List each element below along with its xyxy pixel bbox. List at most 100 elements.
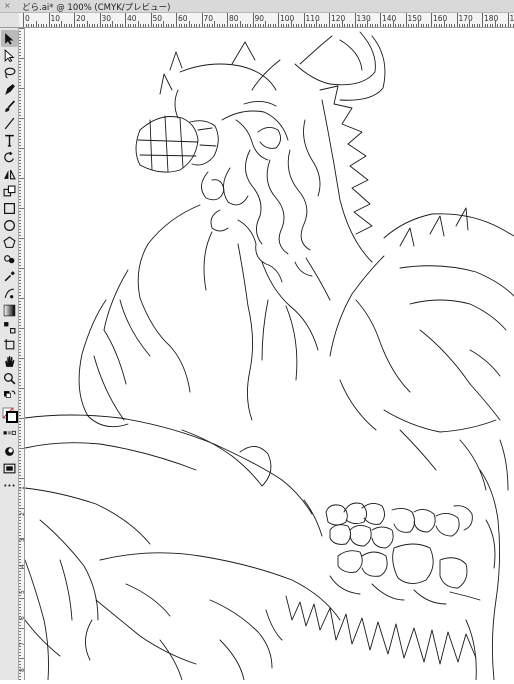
ruler-tick	[490, 24, 491, 27]
ruler-tick	[19, 652, 21, 653]
ruler-tick	[367, 21, 368, 27]
lasso-tool-icon[interactable]	[1, 64, 18, 81]
ruler-tick	[357, 24, 358, 27]
ruler-tick	[19, 544, 21, 545]
ruler-tick	[500, 24, 501, 27]
ruler-tick	[19, 139, 21, 140]
ruler-origin[interactable]	[0, 13, 19, 28]
artboard-canvas[interactable]	[25, 28, 514, 680]
ruler-tick	[219, 24, 220, 27]
direct-selection-tool-icon[interactable]	[1, 47, 18, 64]
ruler-tick	[19, 37, 21, 38]
more-tools-icon[interactable]: •••	[1, 477, 18, 494]
ruler-label: 10	[51, 14, 61, 23]
ruler-tick	[19, 100, 21, 101]
ruler-label: 170	[459, 14, 473, 23]
puppet-warp-tool-icon[interactable]	[1, 285, 18, 302]
ruler-tick	[19, 52, 21, 53]
ruler-tick	[140, 24, 141, 27]
ruler-tick	[19, 370, 21, 371]
ruler-tick	[112, 21, 113, 27]
ruler-tick	[19, 43, 21, 44]
ruler-tick	[237, 24, 238, 27]
ruler-tick	[19, 472, 21, 473]
ruler-tick	[485, 24, 486, 27]
ruler-tick	[19, 553, 21, 554]
ruler-tick	[133, 24, 134, 27]
ruler-tick	[19, 562, 21, 563]
ruler-tick	[19, 115, 21, 116]
ruler-tick	[227, 13, 228, 27]
ruler-tick	[207, 24, 208, 27]
ruler-tick	[19, 529, 21, 530]
draw-mode-icon[interactable]	[1, 443, 18, 460]
color-mode-icon[interactable]	[1, 426, 18, 443]
close-tab-icon[interactable]: ×	[4, 1, 11, 10]
ruler-tick	[230, 24, 231, 27]
ruler-tick	[344, 24, 345, 27]
rotate-tool-icon[interactable]	[1, 149, 18, 166]
ruler-tick	[19, 289, 21, 290]
ruler-tick	[163, 21, 164, 27]
eyedropper-tool-icon[interactable]	[1, 268, 18, 285]
pen-tool-icon[interactable]	[1, 81, 18, 98]
ruler-tick	[19, 376, 21, 377]
ruler-tick	[472, 24, 473, 27]
ruler-tick	[380, 13, 381, 27]
ruler-tick	[240, 21, 241, 27]
ruler-label: 120	[331, 14, 345, 23]
ruler-tick	[19, 556, 21, 557]
ruler-tick	[235, 24, 236, 27]
ruler-tick	[214, 21, 215, 27]
default-colors-icon[interactable]	[1, 388, 18, 405]
ruler-tick	[398, 24, 399, 27]
selection-tool-icon[interactable]	[1, 30, 18, 47]
ruler-tick	[250, 24, 251, 27]
ellipse-tool-icon[interactable]	[1, 217, 18, 234]
ruler-tick	[19, 454, 21, 455]
ruler-tick	[100, 13, 101, 27]
ruler-tick	[19, 163, 21, 164]
ruler-tick	[19, 586, 21, 587]
ruler-tick	[107, 24, 108, 27]
ruler-tick	[441, 24, 442, 27]
ruler-tick	[370, 24, 371, 27]
reflect-tool-icon[interactable]	[1, 166, 18, 183]
ruler-tick	[449, 24, 450, 27]
line-tool-icon[interactable]	[1, 115, 18, 132]
gradient-tool-icon[interactable]	[1, 302, 18, 319]
ruler-tick	[495, 21, 496, 27]
blob-tool-icon[interactable]	[1, 251, 18, 268]
ruler-tick	[288, 24, 289, 27]
ruler-tick	[19, 211, 21, 212]
brush-tool-icon[interactable]	[1, 98, 18, 115]
horizontal-ruler[interactable]: 0102030405060708090100110120130140150160…	[19, 13, 514, 28]
type-tool-icon[interactable]	[1, 132, 18, 149]
polygon-tool-icon[interactable]	[1, 234, 18, 251]
ruler-tick	[268, 24, 269, 27]
ruler-tick	[19, 580, 21, 581]
ruler-tick	[19, 67, 21, 68]
fill-stroke-swatch[interactable]	[1, 405, 18, 425]
ruler-tick	[19, 532, 21, 533]
artboard-tool-icon[interactable]	[1, 336, 18, 353]
screen-mode-icon[interactable]	[1, 460, 18, 477]
blend-tool-icon[interactable]	[1, 319, 18, 336]
ruler-tick	[19, 649, 21, 650]
shape-builder-tool-icon[interactable]	[1, 183, 18, 200]
ruler-label: 190	[510, 14, 514, 23]
rectangle-tool-icon[interactable]	[1, 200, 18, 217]
hand-tool-icon[interactable]	[1, 353, 18, 370]
ruler-tick	[492, 24, 493, 27]
zoom-tool-icon[interactable]	[1, 370, 18, 387]
ruler-label: 110	[306, 14, 320, 23]
ruler-tick	[19, 493, 21, 494]
ruler-tick	[173, 24, 174, 27]
ruler-tick	[487, 24, 488, 27]
ruler-tick	[19, 349, 21, 350]
ruler-tick	[19, 274, 21, 275]
ruler-tick	[19, 271, 21, 272]
ruler-tick	[19, 550, 21, 551]
ruler-tick	[19, 64, 21, 65]
document-tab-title[interactable]: どら.ai* @ 100% (CMYK/プレビュー)	[22, 1, 170, 13]
